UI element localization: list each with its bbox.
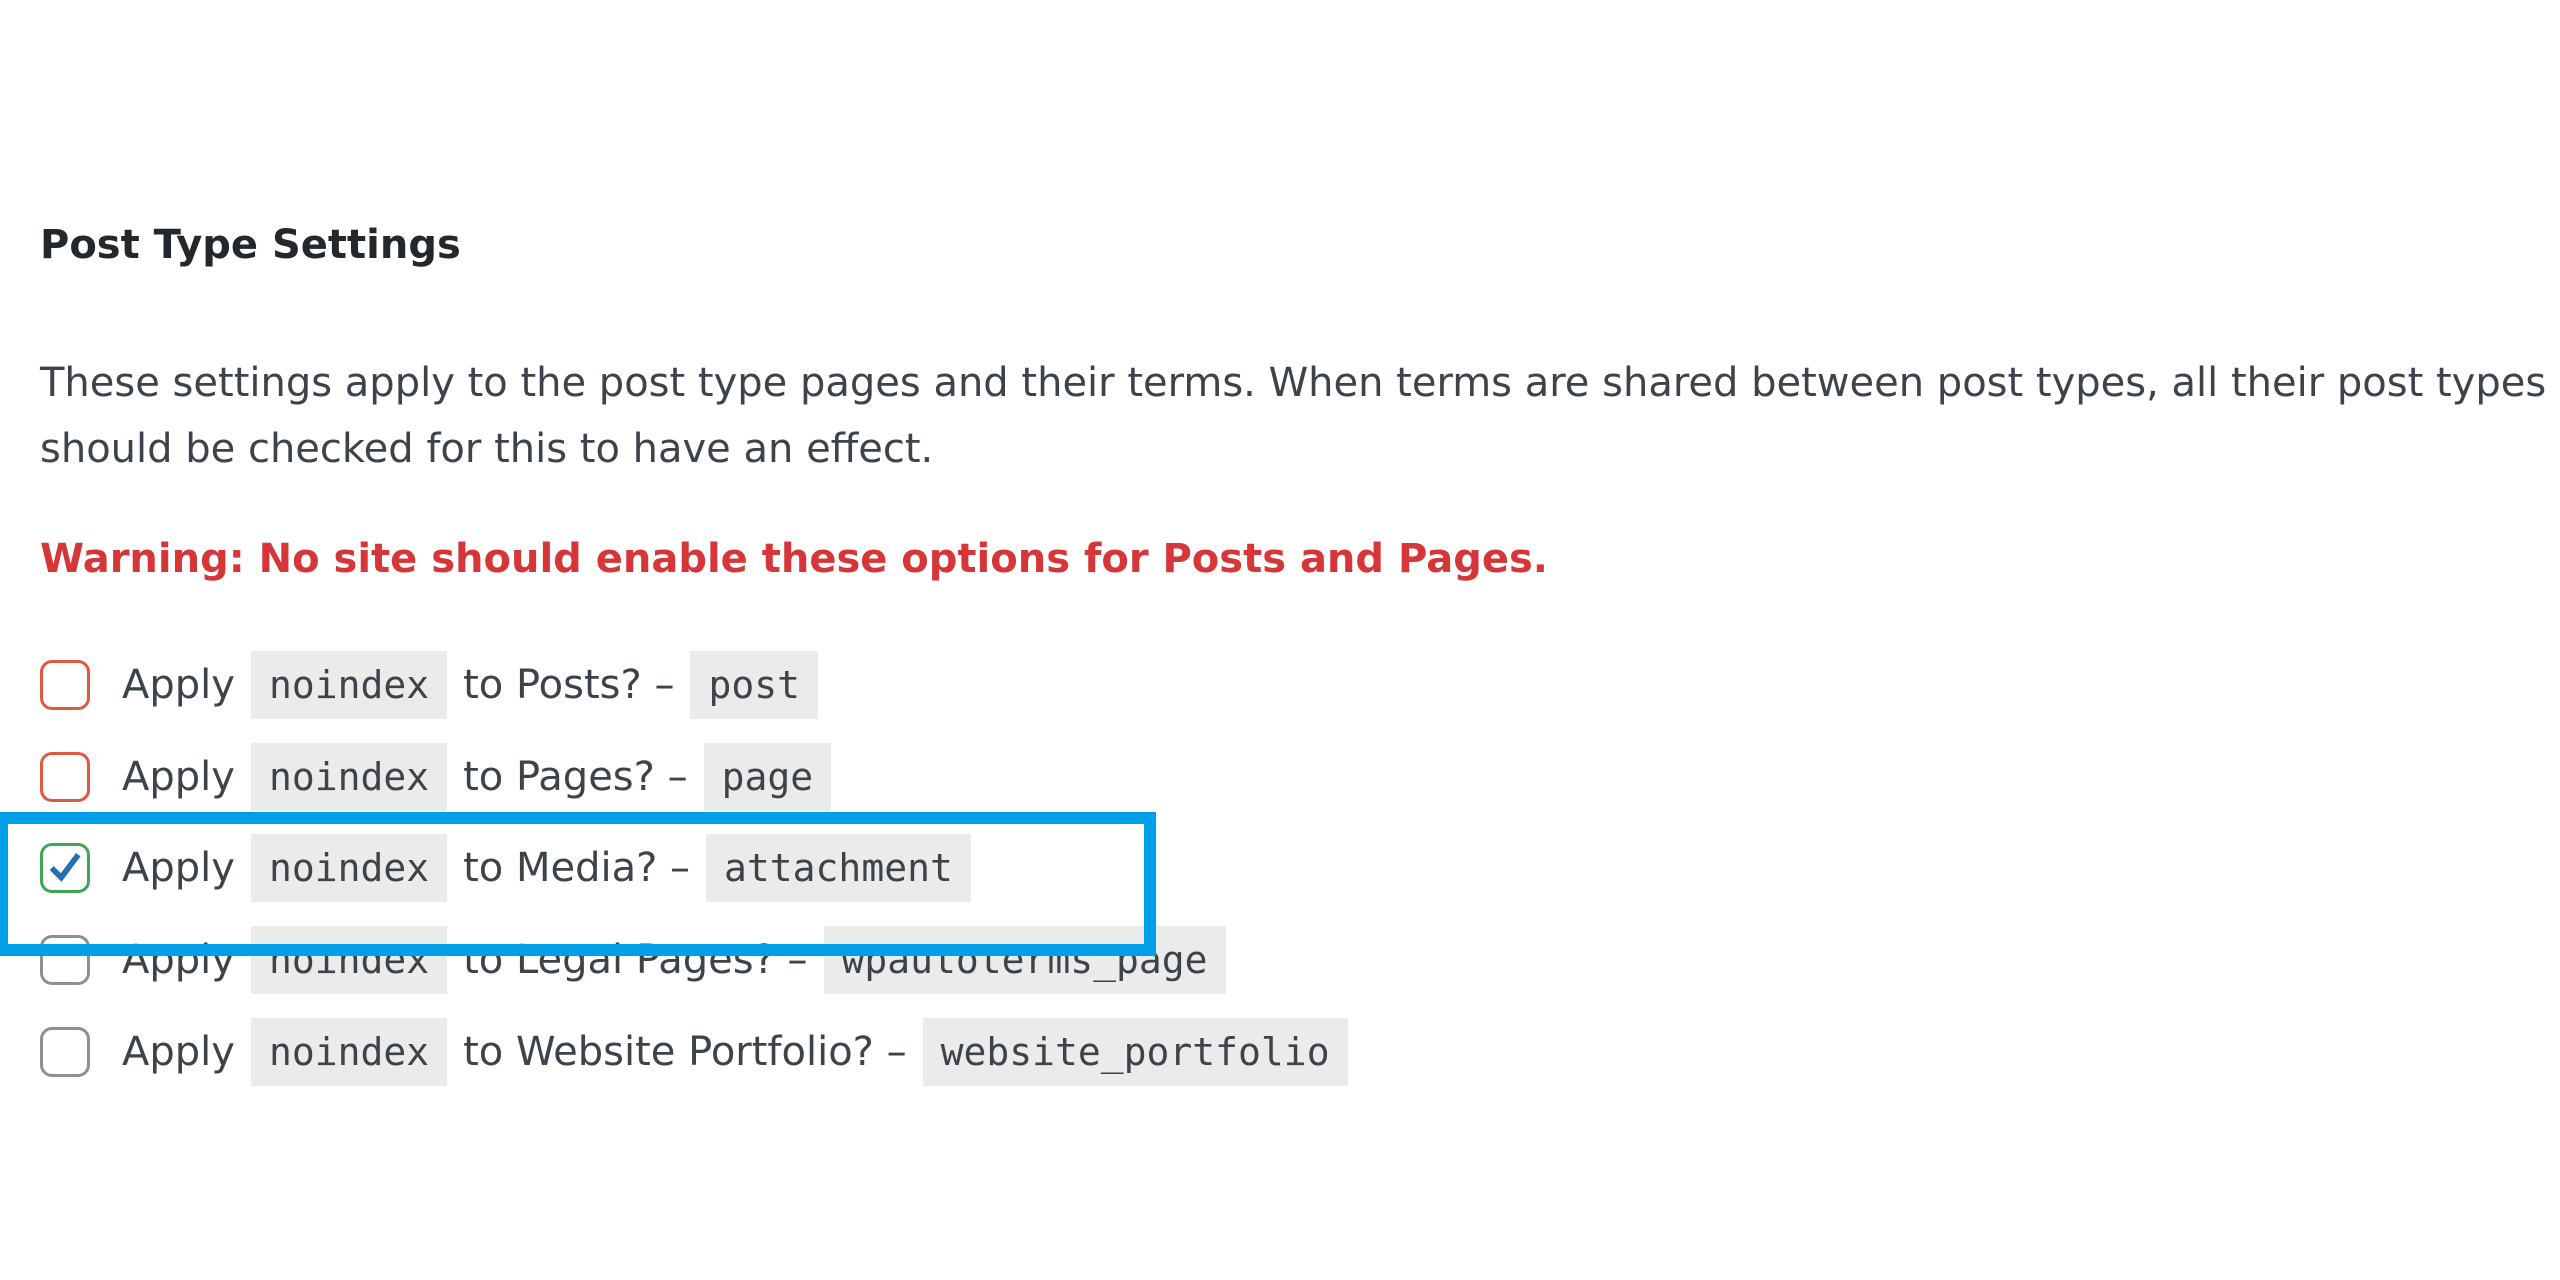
code-noindex: noindex (250, 743, 448, 811)
section-description: These settings apply to the post type pa… (40, 360, 2547, 472)
post-type-code: page (703, 743, 832, 811)
checkbox-website-portfolio[interactable] (40, 1027, 90, 1077)
checkbox-legal-pages[interactable] (40, 935, 90, 985)
option-label: to Legal Pages? – (463, 937, 808, 983)
option-label: to Website Portfolio? – (463, 1029, 907, 1075)
option-prefix: Apply (122, 1029, 235, 1075)
option-label: to Pages? – (463, 754, 688, 800)
option-label: to Media? – (463, 845, 691, 891)
post-type-code: website_portfolio (922, 1018, 1348, 1086)
post-type-code: wpautoterms_page (823, 926, 1226, 994)
code-noindex: noindex (250, 926, 448, 994)
post-type-code: post (690, 651, 818, 719)
code-noindex: noindex (250, 1018, 448, 1086)
checkbox-pages[interactable] (40, 752, 90, 802)
warning-text: Warning: No site should enable these opt… (40, 536, 1548, 582)
checkbox-media[interactable] (40, 843, 90, 893)
option-label: to Posts? – (463, 662, 675, 708)
option-prefix: Apply (122, 662, 235, 708)
checkmark-icon (49, 852, 81, 882)
code-noindex: noindex (250, 651, 448, 719)
option-media[interactable]: Apply noindex to Media? – attachment (40, 832, 987, 904)
option-prefix: Apply (122, 937, 235, 983)
option-pages[interactable]: Apply noindex to Pages? – page (40, 741, 847, 813)
option-legal-pages[interactable]: Apply noindex to Legal Pages? – wpautote… (40, 924, 1242, 996)
option-website-portfolio[interactable]: Apply noindex to Website Portfolio? – we… (40, 1016, 1364, 1088)
option-posts[interactable]: Apply noindex to Posts? – post (40, 649, 834, 721)
option-prefix: Apply (122, 754, 235, 800)
post-type-code: attachment (706, 834, 971, 902)
code-noindex: noindex (250, 834, 448, 902)
section-heading: Post Type Settings (40, 222, 461, 268)
checkbox-posts[interactable] (40, 660, 90, 710)
option-prefix: Apply (122, 845, 235, 891)
